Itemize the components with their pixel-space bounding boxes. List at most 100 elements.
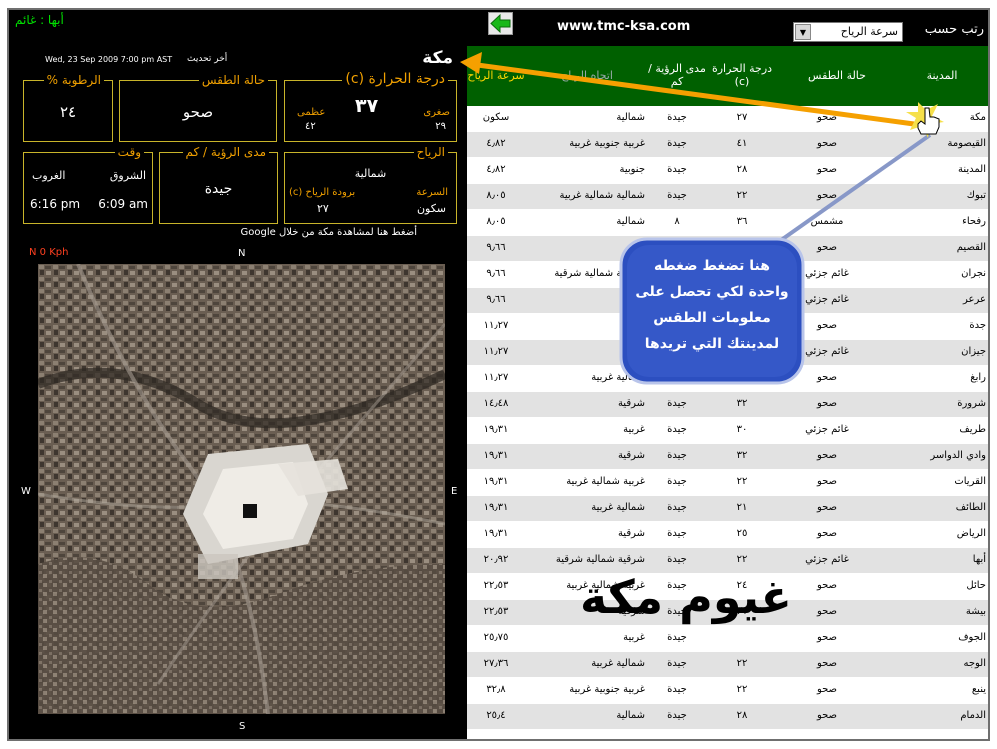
cell-wind-direction: شرقية شمالية شرقية xyxy=(555,554,645,565)
ticker-greeting[interactable]: أبها : غائم xyxy=(15,13,64,27)
humidity-value: ٢٤ xyxy=(59,103,77,121)
cell-visibility: جيدة xyxy=(667,502,687,513)
cell-temp: ٢٨ xyxy=(736,164,748,175)
app-window: أبها : غائم www.tmc-ksa.com سرعة الرياح … xyxy=(7,8,990,741)
cell-wind-direction: غربية شمالية غربية xyxy=(566,476,645,487)
cell-wind-speed: سكون xyxy=(482,112,510,123)
column-header-weather[interactable]: حالة الطقس xyxy=(782,46,892,106)
cell-wind-speed: ٤٫٨٢ xyxy=(486,164,506,175)
cell-temp: ٢٢ xyxy=(736,554,748,565)
satellite-map[interactable] xyxy=(38,264,445,714)
cell-visibility: جيدة xyxy=(667,112,687,123)
column-header-wind-speed[interactable]: سرعة الرياح xyxy=(467,46,525,106)
cell-city[interactable]: المدينة xyxy=(958,164,986,175)
table-row[interactable]: الوجه صحو ٢٢ جيدة شمالية غربية ٢٧٫٣٦ xyxy=(467,652,988,678)
table-row[interactable]: القيصومة صحو ٤١ جيدة غربية جنوبية غربية ٤٫٨٢ xyxy=(467,132,988,158)
cell-weather: صحو xyxy=(816,606,838,617)
cell-wind-speed: ٨٫٠٥ xyxy=(486,190,506,201)
cell-wind-speed: ٢٧٫٣٦ xyxy=(483,658,509,669)
cell-visibility: جيدة xyxy=(667,450,687,461)
column-header-wind-direction[interactable]: اتجاه الرياح xyxy=(527,46,647,106)
cell-city[interactable]: القيصومة xyxy=(948,138,986,149)
city-title: مكة xyxy=(422,48,453,68)
cell-temp: ٣٢ xyxy=(736,450,748,461)
sort-select[interactable]: سرعة الرياح ▼ xyxy=(793,22,903,42)
cell-weather: صحو xyxy=(816,580,838,591)
cell-weather: صحو xyxy=(816,138,838,149)
cell-weather: صحو xyxy=(816,502,838,513)
instruction-callout: هنا تضغط ضغطه واحدة لكي تحصل على معلومات… xyxy=(617,235,807,387)
sunrise-label: الشروق xyxy=(109,169,146,182)
green-arrow-left-icon xyxy=(490,13,511,34)
humidity-box: الرطوبة % ٢٤ xyxy=(23,73,113,142)
cell-city[interactable]: جيزان xyxy=(961,346,986,357)
compass-north: N xyxy=(238,248,246,259)
cell-weather: صحو xyxy=(816,528,838,539)
min-temp-value: ٢٩ xyxy=(435,121,446,132)
time-title: وقت xyxy=(114,145,144,159)
cell-city[interactable]: الطائف xyxy=(956,502,986,513)
cell-city[interactable]: ينبع xyxy=(972,684,986,695)
cell-city[interactable]: القصيم xyxy=(957,242,986,253)
cell-city[interactable]: عرعر xyxy=(963,294,986,305)
cell-city[interactable]: القريات xyxy=(954,476,986,487)
cell-visibility: جيدة xyxy=(667,528,687,539)
cell-wind-speed: ١٩٫٣١ xyxy=(483,424,509,435)
cell-city[interactable]: بيشة xyxy=(966,606,986,617)
cell-city[interactable]: تبوك xyxy=(967,190,986,201)
cell-city[interactable]: نجران xyxy=(961,268,986,279)
table-header: المدينة حالة الطقس درجة الحرارة (c) مدى … xyxy=(467,46,988,106)
cell-weather: صحو xyxy=(816,450,838,461)
cell-city[interactable]: الدمام xyxy=(960,710,986,721)
table-row[interactable]: تبوك صحو ٢٢ جيدة شمالية شمالية غربية ٨٫٠٥ xyxy=(467,184,988,210)
table-row[interactable]: ينبع صحو ٢٢ جيدة غربية جنوبية غربية ٣٢٫٨ xyxy=(467,678,988,704)
cell-city[interactable]: أبها xyxy=(973,554,986,565)
temperature-box: درجة الحرارة (c) ٣٧ صغرى ٢٩ عظمى ٤٢ xyxy=(284,71,457,142)
cell-city[interactable]: رفحاء xyxy=(962,216,986,227)
cell-temp: ٣٦ xyxy=(736,216,748,227)
cell-city[interactable]: طريف xyxy=(959,424,986,435)
cell-city[interactable]: الرياض xyxy=(957,528,986,539)
cities-table: المدينة حالة الطقس درجة الحرارة (c) مدى … xyxy=(467,46,988,739)
table-row[interactable]: الرياض صحو ٢٥ جيدة شرقية ١٩٫٣١ xyxy=(467,522,988,548)
cell-temp: ٢١ xyxy=(736,502,748,513)
cell-weather: غائم جزئي xyxy=(805,424,849,435)
cell-city[interactable]: الوجه xyxy=(963,658,986,669)
cell-city[interactable]: وادي الدواسر xyxy=(930,450,986,461)
table-row[interactable]: الطائف صحو ٢١ جيدة شمالية غربية ١٩٫٣١ xyxy=(467,496,988,522)
google-map-link[interactable]: أضغط هنا لمشاهدة مكة من خلال Google xyxy=(17,227,417,238)
cell-visibility: جيدة xyxy=(667,554,687,565)
compass-south: S xyxy=(239,721,246,732)
chevron-down-icon[interactable]: ▼ xyxy=(795,24,811,40)
back-button[interactable] xyxy=(488,12,513,35)
cell-wind-speed: ٢٥٫٧٥ xyxy=(483,632,509,643)
table-row[interactable]: المدينة صحو ٢٨ جيدة جنوبية ٤٫٨٢ xyxy=(467,158,988,184)
cell-wind-speed: ١٩٫٣١ xyxy=(483,476,509,487)
cell-city[interactable]: حائل xyxy=(966,580,986,591)
column-header-visibility[interactable]: مدى الرؤية / كم xyxy=(647,46,707,106)
table-row[interactable]: شرورة صحو ٣٢ جيدة شرقية ١٤٫٤٨ xyxy=(467,392,988,418)
site-url[interactable]: www.tmc-ksa.com xyxy=(557,19,690,34)
cell-city[interactable]: رابغ xyxy=(970,372,986,383)
cell-visibility: جيدة xyxy=(667,632,687,643)
table-row[interactable]: القريات صحو ٢٢ جيدة غربية شمالية غربية ١٩٫٣١ xyxy=(467,470,988,496)
cell-city[interactable]: جدة xyxy=(969,320,986,331)
table-row[interactable]: طريف غائم جزئي ٣٠ جيدة غربية ١٩٫٣١ xyxy=(467,418,988,444)
column-header-temp[interactable]: درجة الحرارة (c) xyxy=(707,46,777,106)
column-header-city[interactable]: المدينة xyxy=(892,46,988,106)
sunset-label: الغروب xyxy=(32,169,66,182)
cell-city[interactable]: مكة xyxy=(970,112,986,123)
table-row[interactable]: مكة صحو ٢٧ جيدة شمالية سكون xyxy=(467,106,988,132)
cell-wind-direction: شمالية شمالية غربية xyxy=(559,190,645,201)
wind-indicator: N 0 Kph xyxy=(29,247,69,258)
table-row[interactable]: الدمام صحو ٢٨ جيدة شمالية ٢٥٫٤ xyxy=(467,704,988,730)
table-row[interactable]: وادي الدواسر صحو ٣٢ جيدة شرقية ١٩٫٣١ xyxy=(467,444,988,470)
cell-wind-direction: جنوبية xyxy=(619,164,645,175)
cell-city[interactable]: الجوف xyxy=(958,632,986,643)
satellite-map-graphic xyxy=(38,264,445,714)
table-row[interactable]: رفحاء مشمس ٣٦ ٨ شمالية ٨٫٠٥ xyxy=(467,210,988,236)
wind-speed-label: السرعة xyxy=(416,187,448,198)
table-row[interactable]: الجوف صحو جيدة غربية ٢٥٫٧٥ xyxy=(467,626,988,652)
updated-value: Wed, 23 Sep 2009 7:00 pm AST xyxy=(45,55,173,64)
cell-city[interactable]: شرورة xyxy=(957,398,986,409)
